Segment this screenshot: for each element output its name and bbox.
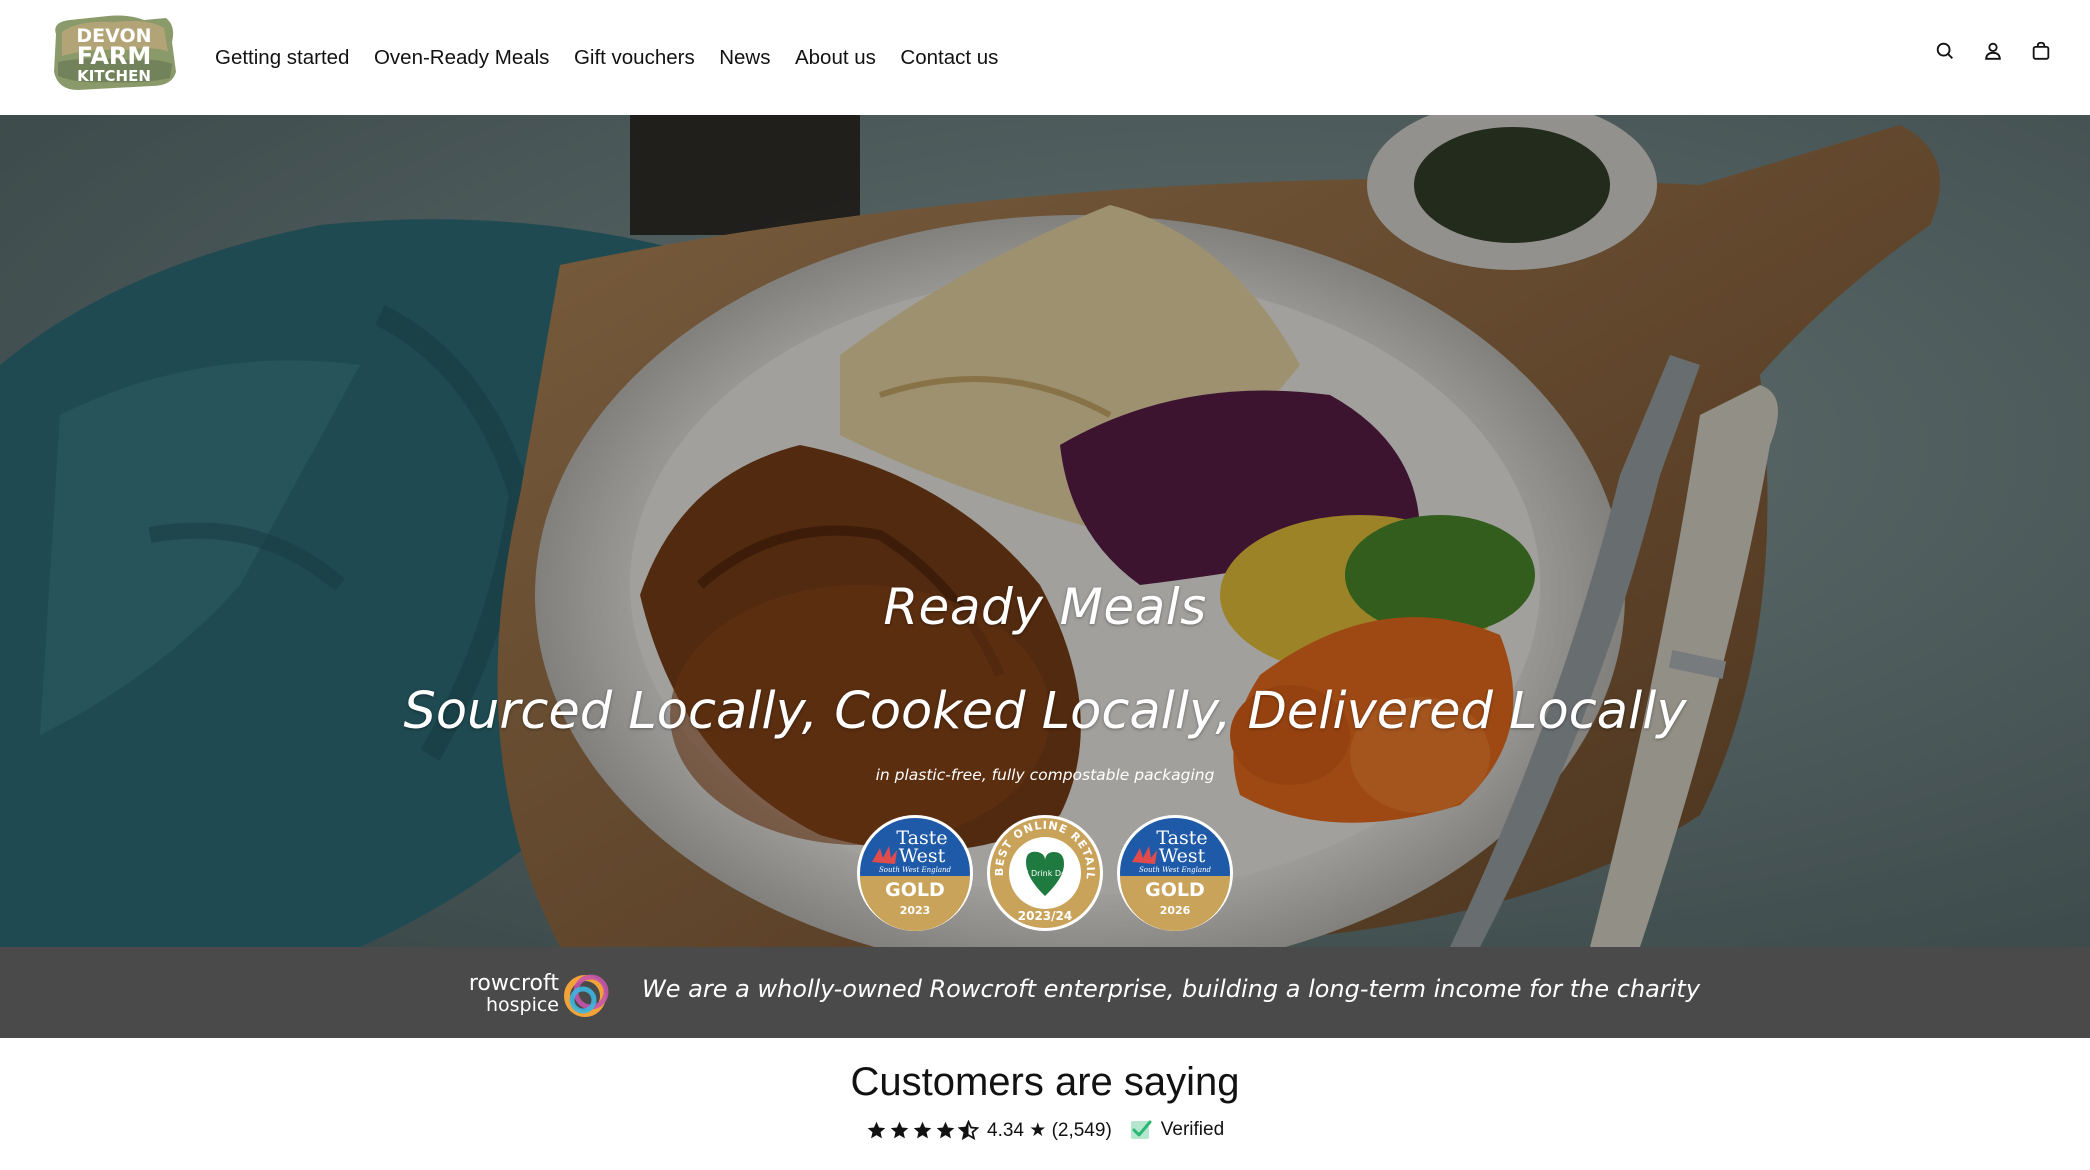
main-nav: Getting started Oven-Ready Meals Gift vo… (215, 0, 1023, 115)
svg-text:rowcroft: rowcroft (469, 971, 559, 996)
star-full-icon (936, 1121, 955, 1138)
svg-text:South West England: South West England (879, 866, 951, 874)
nav-getting-started[interactable]: Getting started (215, 46, 349, 70)
account-icon[interactable] (1982, 40, 2004, 62)
star-full-icon (913, 1121, 932, 1138)
reviews-heading: Customers are saying (850, 1060, 1240, 1104)
svg-text:West: West (1159, 845, 1206, 867)
svg-text:2026: 2026 (1160, 904, 1191, 917)
nav-news[interactable]: News (719, 46, 770, 70)
site-logo[interactable]: DEVON FARM KITCHEN (48, 12, 180, 92)
svg-text:hospice: hospice (486, 994, 559, 1016)
nav-about-us[interactable]: About us (795, 46, 876, 70)
svg-text:GOLD: GOLD (885, 879, 945, 901)
svg-text:South West England: South West England (1139, 866, 1211, 874)
hero-title: Ready Meals (883, 578, 1207, 636)
nav-oven-ready-meals[interactable]: Oven-Ready Meals (374, 46, 549, 70)
star-full-icon (867, 1121, 886, 1138)
charity-banner: rowcroft hospice We are a wholly-owned R… (0, 947, 2090, 1038)
hero-packaging-note: in plastic-free, fully compostable packa… (875, 766, 1215, 784)
search-icon[interactable] (1934, 40, 1956, 62)
star-half-icon (958, 1119, 979, 1140)
cart-icon[interactable] (2030, 40, 2052, 62)
hero-subtitle: Sourced Locally, Cooked Locally, Deliver… (403, 682, 1687, 741)
rowcroft-hospice-logo[interactable]: rowcroft hospice (463, 964, 613, 1020)
svg-text:2023/24: 2023/24 (1018, 909, 1072, 923)
nav-gift-vouchers[interactable]: Gift vouchers (574, 46, 695, 70)
svg-text:West: West (899, 845, 946, 867)
award-badge-taste-of-the-west-2026: Taste West South West England GOLD 2026 (1117, 815, 1233, 931)
site-header: DEVON FARM KITCHEN Getting started Oven-… (0, 0, 2090, 115)
rating-stars (866, 1119, 979, 1141)
star-full-icon (890, 1121, 909, 1138)
award-badge-taste-of-the-west-2023: Taste West South West England GOLD 2023 (857, 815, 973, 931)
svg-text:FARM: FARM (77, 42, 152, 70)
verified-check-icon (1130, 1120, 1152, 1139)
hero-banner: Ready Meals Sourced Locally, Cooked Loca… (0, 115, 2090, 947)
nav-contact-us[interactable]: Contact us (900, 46, 998, 70)
svg-text:2023: 2023 (900, 904, 931, 917)
svg-text:GOLD: GOLD (1145, 879, 1205, 901)
rating-value: 4.34 ★ (2,549) (987, 1119, 1112, 1141)
awards-row: Taste West South West England GOLD 2023 … (856, 814, 1234, 932)
header-actions (1934, 40, 2052, 62)
award-badge-best-online-retailer: BEST ONLINE RETAILER Food Drink Devon 20… (986, 814, 1103, 931)
svg-text:Food Drink Devon: Food Drink Devon (1009, 869, 1080, 878)
svg-text:KITCHEN: KITCHEN (77, 67, 151, 85)
charity-statement: We are a wholly-owned Rowcroft enterpris… (642, 975, 1701, 1003)
verified-label: Verified (1160, 1119, 1225, 1140)
reviews-summary[interactable]: 4.34 ★ (2,549) Verified (866, 1117, 1224, 1143)
